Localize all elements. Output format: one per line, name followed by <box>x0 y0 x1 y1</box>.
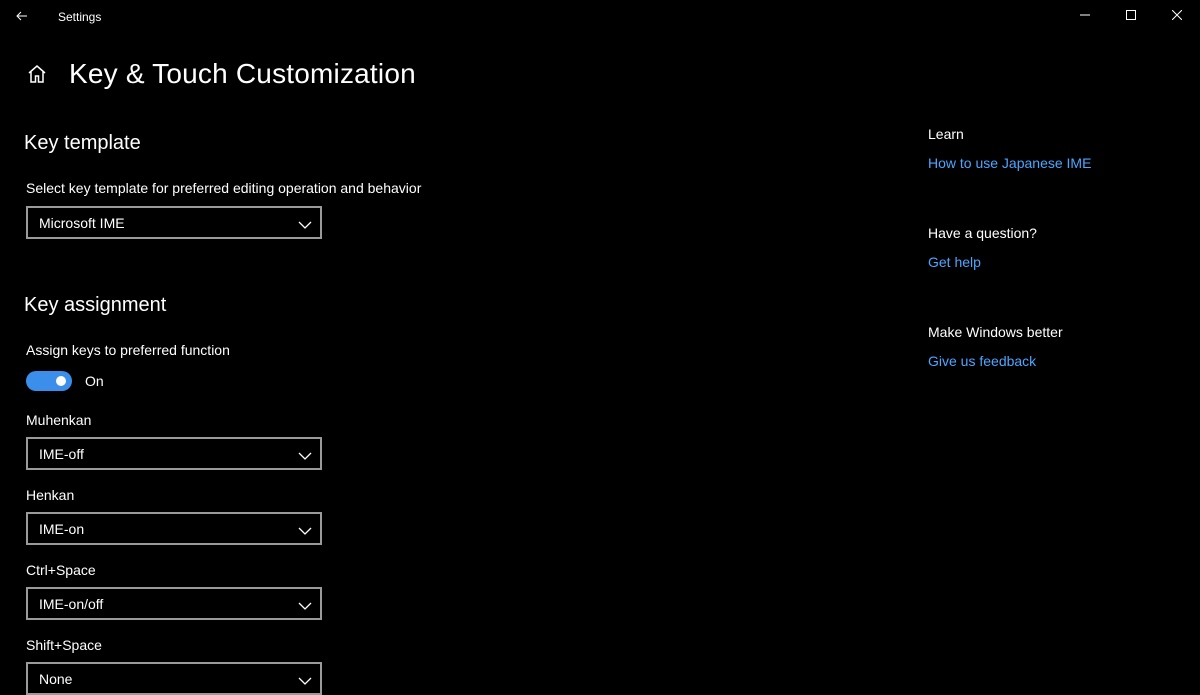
muhenkan-label: Muhenkan <box>26 412 92 428</box>
chevron-down-icon <box>298 523 312 535</box>
close-button[interactable] <box>1154 0 1200 32</box>
app-title: Settings <box>58 10 102 24</box>
get-help-link[interactable]: Get help <box>928 254 981 270</box>
toggle-state-label: On <box>85 373 104 389</box>
dropdown-value: IME-off <box>39 445 84 462</box>
key-template-dropdown[interactable]: Microsoft IME <box>26 206 322 239</box>
chevron-down-icon <box>298 217 312 229</box>
feedback-heading: Make Windows better <box>928 324 1063 340</box>
maximize-icon <box>1126 7 1136 25</box>
close-icon <box>1171 7 1183 25</box>
how-to-use-ime-link[interactable]: How to use Japanese IME <box>928 155 1091 171</box>
dropdown-value: IME-on <box>39 520 85 537</box>
assign-keys-label: Assign keys to preferred function <box>26 342 230 358</box>
minimize-button[interactable] <box>1062 0 1108 32</box>
toggle-knob <box>56 376 66 386</box>
assign-keys-toggle[interactable] <box>26 371 72 391</box>
learn-heading: Learn <box>928 126 964 142</box>
ctrl-space-label: Ctrl+Space <box>26 562 96 578</box>
ctrl-space-dropdown[interactable]: IME-on/off <box>26 587 322 620</box>
page-title: Key & Touch Customization <box>69 58 416 89</box>
page-header: Key & Touch Customization <box>24 58 416 90</box>
muhenkan-dropdown[interactable]: IME-off <box>26 437 322 470</box>
chevron-down-icon <box>298 673 312 685</box>
shift-space-label: Shift+Space <box>26 637 102 653</box>
question-heading: Have a question? <box>928 225 1037 241</box>
dropdown-value: IME-on/off <box>39 595 104 612</box>
window-controls <box>1062 0 1200 32</box>
maximize-button[interactable] <box>1108 0 1154 32</box>
chevron-down-icon <box>298 598 312 610</box>
henkan-dropdown[interactable]: IME-on <box>26 512 322 545</box>
title-bar: Settings <box>0 0 1200 34</box>
assign-keys-toggle-row: On <box>26 371 104 391</box>
dropdown-value: None <box>39 670 73 687</box>
chevron-down-icon <box>298 448 312 460</box>
key-assignment-heading: Key assignment <box>24 294 167 316</box>
dropdown-value: Microsoft IME <box>39 214 125 231</box>
key-template-label: Select key template for preferred editin… <box>26 180 422 196</box>
henkan-label: Henkan <box>26 487 75 503</box>
home-icon[interactable] <box>24 61 50 87</box>
back-button[interactable] <box>0 1 44 33</box>
back-arrow-icon <box>16 8 28 26</box>
key-template-heading: Key template <box>24 132 141 154</box>
shift-space-dropdown[interactable]: None <box>26 662 322 695</box>
minimize-icon <box>1080 7 1090 25</box>
give-feedback-link[interactable]: Give us feedback <box>928 353 1036 369</box>
